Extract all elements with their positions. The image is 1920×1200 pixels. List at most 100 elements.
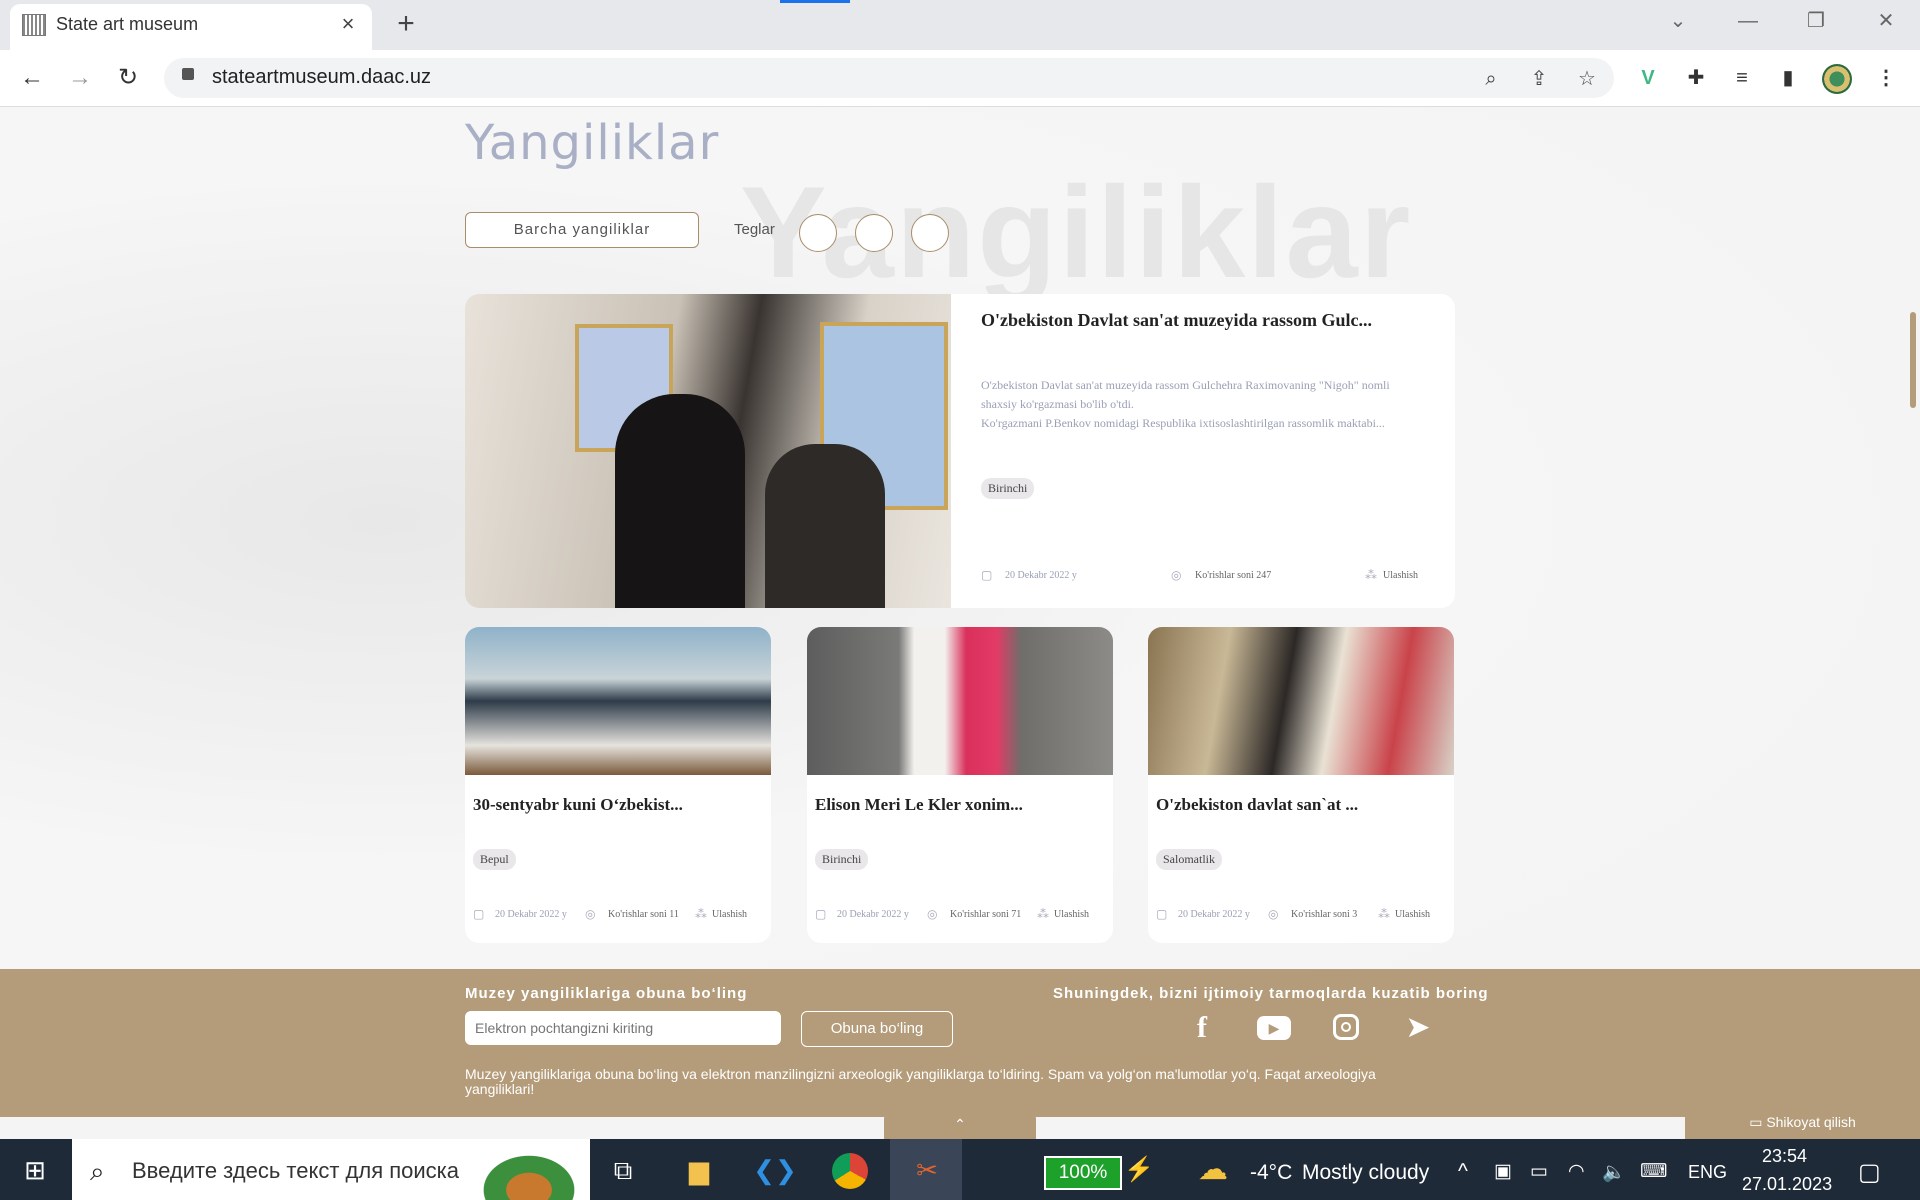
vscode-icon[interactable]: ❮❯ [752,1147,798,1193]
battery-indicator[interactable]: 100% [1044,1156,1122,1190]
news-category-badge[interactable]: Bepul [473,849,516,870]
complaint-icon: ▭ [1749,1114,1767,1130]
all-news-button[interactable]: Barcha yangiliklar [465,212,699,248]
scrollbar-thumb[interactable] [1910,312,1916,408]
news-card-title[interactable]: 30-sentyabr kuni O‘zbekist... [473,795,683,815]
close-window-button[interactable]: ✕ [1866,6,1906,36]
share-icon[interactable]: ⁂ [1378,907,1390,921]
bookmark-star-icon[interactable]: ☆ [1572,64,1602,94]
weather-icon[interactable]: ☁ [1198,1152,1228,1187]
reload-button[interactable]: ↻ [110,60,146,96]
vue-devtools-icon[interactable]: V [1632,62,1664,94]
calendar-icon: ▢ [1156,907,1168,921]
subscribe-note: Muzey yangiliklariga obuna bo‘ling va el… [465,1066,1376,1097]
news-category-badge[interactable]: Birinchi [815,849,869,870]
news-views: Ko'rishlar soni 71 [950,909,1022,920]
news-views: Ko'rishlar soni 247 [1195,570,1272,581]
tab-close-icon[interactable]: × [334,10,362,38]
news-card-image[interactable] [807,627,1113,775]
email-input[interactable] [465,1011,781,1045]
subscribe-button[interactable]: Obuna bo‘ling [801,1011,953,1047]
calendar-icon: ▢ [815,907,827,921]
featured-news-title[interactable]: O'zbekiston Davlat san'at muzeyida rasso… [981,310,1372,331]
lock-icon[interactable] [182,68,194,80]
clock-time[interactable]: 23:54 [1762,1146,1807,1167]
featured-news-image[interactable] [465,294,951,608]
news-card[interactable]: O'zbekiston davlat san`at ... Salomatlik… [1148,627,1454,943]
tag-button[interactable] [855,214,893,252]
loading-indicator [780,0,850,3]
social-heading: Shuningdek, bizni ijtimoiy tarmoqlarda k… [1053,985,1489,1002]
chrome-icon[interactable] [832,1153,868,1189]
side-panel-icon[interactable]: ▮ [1772,62,1804,94]
minimize-button[interactable]: — [1728,6,1768,36]
forward-button[interactable]: → [62,60,98,96]
zoom-icon[interactable]: ⌕ [1476,64,1506,94]
media-control-icon[interactable]: ≡ [1726,62,1758,94]
tags-label: Teglar [734,221,775,238]
share-icon[interactable]: ⁂ [1365,568,1377,582]
instagram-icon[interactable] [1326,1008,1366,1048]
youtube-icon[interactable]: ▶ [1254,1008,1294,1048]
news-card-title[interactable]: Elison Meri Le Kler xonim... [815,795,1023,815]
taskbar-search-text[interactable]: Введите здесь текст для поиска [132,1158,459,1184]
news-card-title[interactable]: O'zbekiston davlat san`at ... [1156,795,1358,815]
telegram-icon[interactable]: ➤ [1398,1008,1438,1048]
new-tab-button[interactable]: + [390,8,422,40]
temperature[interactable]: -4°C [1250,1161,1292,1185]
menu-icon[interactable]: ⋮ [1870,62,1902,94]
battery-icon[interactable]: ▭ [1530,1160,1548,1183]
url-text[interactable]: stateartmuseum.daac.uz [212,66,431,89]
subscribe-heading: Muzey yangiliklariga obuna bo‘ling [465,985,748,1002]
background-title: Yangiliklar [740,159,1413,305]
clock-date[interactable]: 27.01.2023 [1742,1174,1832,1195]
file-explorer-icon[interactable]: ▆ [676,1147,722,1193]
notifications-icon[interactable]: ▢ [1858,1158,1881,1187]
charging-icon: ⚡ [1124,1156,1154,1183]
restore-button[interactable]: ❐ [1796,6,1836,36]
news-card[interactable]: 30-sentyabr kuni O‘zbekist... Bepul ▢ 20… [465,627,771,943]
volume-icon[interactable]: 🔈 [1602,1160,1626,1184]
keyboard-icon[interactable]: ⌨ [1640,1160,1667,1183]
search-icon: ⌕ [90,1156,105,1186]
task-view-icon[interactable]: ⧉ [600,1147,646,1193]
news-category-badge[interactable]: Salomatlik [1156,849,1222,870]
share-icon[interactable]: ⇪ [1524,64,1554,94]
windows-start-icon[interactable]: ⊞ [12,1147,58,1193]
tag-button[interactable] [911,214,949,252]
camera-icon[interactable]: ▣ [1494,1160,1512,1183]
wifi-icon[interactable]: ◠ [1568,1160,1585,1183]
page-title: Yangiliklar [465,115,720,171]
facebook-icon[interactable]: f [1182,1008,1222,1048]
complaint-button[interactable]: ▭ Shikoyat qilish [1685,1104,1920,1140]
news-date: 20 Dekabr 2022 y [1178,909,1250,920]
person-figure [765,444,885,608]
complaint-label: Shikoyat qilish [1766,1114,1856,1130]
back-button[interactable]: ← [14,60,50,96]
weather-text[interactable]: Mostly cloudy [1302,1161,1429,1185]
scroll-top-button[interactable]: ⌃ [884,1113,1036,1139]
news-card-image[interactable] [1148,627,1454,775]
tab-title: State art museum [56,14,199,34]
news-views: Ko'rishlar soni 11 [608,909,679,920]
tag-button[interactable] [799,214,837,252]
featured-news-card[interactable]: O'zbekiston Davlat san'at muzeyida rasso… [465,294,1455,608]
share-link[interactable]: Ulashish [1383,570,1418,581]
news-views: Ko'rishlar soni 3 [1291,909,1358,920]
news-card[interactable]: Elison Meri Le Kler xonim... Birinchi ▢ … [807,627,1113,943]
extensions-icon[interactable]: ✚ [1680,62,1712,94]
share-link[interactable]: Ulashish [712,909,747,920]
show-hidden-icons[interactable]: ^ [1458,1160,1468,1184]
share-icon[interactable]: ⁂ [695,907,707,921]
share-icon[interactable]: ⁂ [1037,907,1049,921]
eye-icon: ◎ [1268,907,1279,921]
share-link[interactable]: Ulashish [1395,909,1430,920]
tab-search-icon[interactable]: ⌄ [1658,6,1698,36]
snipping-tool-icon[interactable]: ✂ [904,1147,950,1193]
language-indicator[interactable]: ENG [1688,1162,1727,1183]
profile-avatar[interactable] [1822,64,1852,94]
share-link[interactable]: Ulashish [1054,909,1089,920]
news-category-badge[interactable]: Birinchi [981,478,1035,499]
news-card-image[interactable] [465,627,771,775]
news-date: 20 Dekabr 2022 y [837,909,909,920]
